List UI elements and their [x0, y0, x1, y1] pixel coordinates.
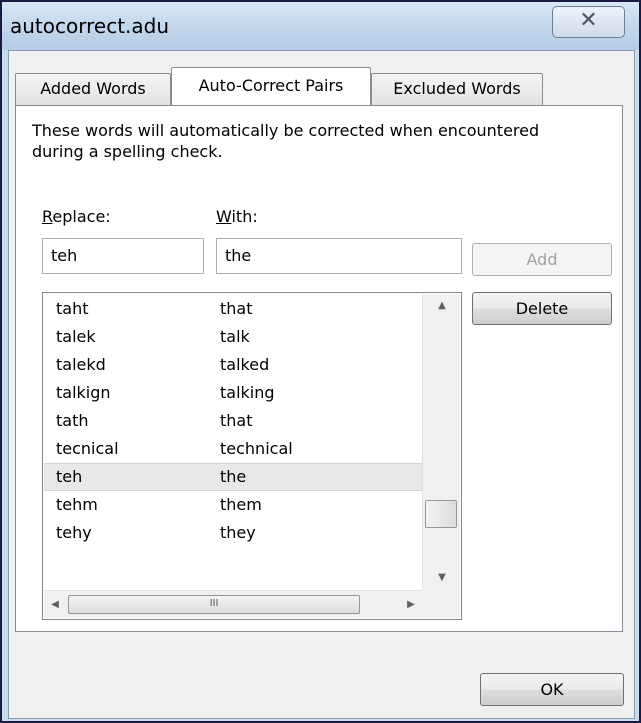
scroll-down-arrow-icon[interactable]: ▼ — [423, 566, 461, 590]
list-item[interactable]: talek talk — [44, 323, 422, 351]
misspelled-word: teh — [56, 467, 83, 486]
vertical-scroll-thumb[interactable] — [425, 500, 457, 528]
horizontal-scroll-thumb[interactable]: III — [68, 595, 360, 614]
corrected-word: they — [220, 523, 256, 542]
grip-icon: III — [209, 598, 219, 609]
tab-label: Auto-Correct Pairs — [198, 76, 344, 95]
replace-label: Replace: — [42, 207, 111, 226]
corrected-word: talking — [220, 383, 275, 402]
delete-button[interactable]: Delete — [472, 292, 612, 325]
misspelled-word: tath — [56, 411, 89, 430]
vertical-scrollbar[interactable]: ▲ ▼ — [422, 294, 460, 590]
description-text: These words will automatically be correc… — [32, 121, 540, 161]
misspelled-word: talkign — [56, 383, 111, 402]
scroll-right-arrow-icon[interactable]: ▶ — [400, 591, 422, 618]
with-label-text: ith: — [231, 207, 258, 226]
tab-added-words[interactable]: Added Words — [15, 73, 171, 105]
tab-label: Added Words — [40, 79, 146, 98]
horizontal-scrollbar[interactable]: ◀ III ▶ — [44, 590, 422, 618]
list-item-selected[interactable]: teh the — [44, 463, 422, 491]
list-item[interactable]: tecnical technical — [44, 435, 422, 463]
misspelled-word: tehy — [56, 523, 92, 542]
tab-auto-correct-pairs[interactable]: Auto-Correct Pairs — [171, 67, 371, 105]
with-input[interactable]: the — [216, 238, 462, 274]
corrected-word: technical — [220, 439, 293, 458]
misspelled-word: talekd — [56, 355, 106, 374]
scrollbar-corner — [422, 590, 460, 618]
dialog-window: autocorrect.adu ✕ Added Words Auto-Corre… — [0, 0, 641, 723]
corrected-word: talked — [220, 355, 270, 374]
corrected-word: them — [220, 495, 262, 514]
corrected-word: that — [220, 299, 253, 318]
add-button[interactable]: Add — [472, 243, 612, 276]
tab-label: Excluded Words — [393, 79, 521, 98]
misspelled-word: tehm — [56, 495, 98, 514]
replace-input[interactable]: teh — [42, 238, 204, 274]
with-label: With: — [216, 207, 258, 226]
corrected-word: that — [220, 411, 253, 430]
list-item[interactable]: tehm them — [44, 491, 422, 519]
misspelled-word: taht — [56, 299, 89, 318]
replace-label-text: eplace: — [52, 207, 111, 226]
scroll-left-arrow-icon[interactable]: ◀ — [44, 591, 66, 618]
misspelled-word: talek — [56, 327, 96, 346]
scroll-up-arrow-icon[interactable]: ▲ — [423, 294, 461, 318]
list-item[interactable]: talekd talked — [44, 351, 422, 379]
list-item[interactable]: taht that — [44, 295, 422, 323]
close-icon: ✕ — [579, 8, 598, 33]
autocorrect-pairs-list[interactable]: taht that talek talk talekd talked talkign t… — [42, 292, 462, 620]
title-bar[interactable]: autocorrect.adu ✕ — [2, 2, 639, 50]
with-label-mnemonic: W — [216, 207, 232, 226]
tab-excluded-words[interactable]: Excluded Words — [371, 73, 543, 105]
ok-button[interactable]: OK — [480, 673, 624, 706]
window-title: autocorrect.adu — [10, 14, 170, 38]
close-button[interactable]: ✕ — [552, 6, 625, 38]
corrected-word: talk — [220, 327, 250, 346]
list-item[interactable]: tath that — [44, 407, 422, 435]
list-item[interactable]: talkign talking — [44, 379, 422, 407]
misspelled-word: tecnical — [56, 439, 119, 458]
corrected-word: the — [220, 467, 247, 486]
replace-label-mnemonic: R — [42, 207, 53, 226]
list-item[interactable]: tehy they — [44, 519, 422, 547]
